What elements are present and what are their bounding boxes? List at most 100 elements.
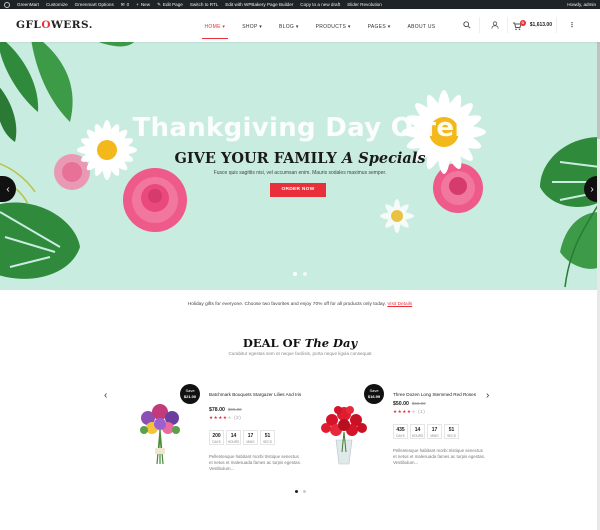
nav-item-shop[interactable]: SHOP ▾ [234,21,271,33]
rating-stars: ★★★★★ (1) [393,409,426,414]
slider-pagination [0,272,600,276]
plus-icon: + [136,2,139,7]
admin-bar-slider-revolution[interactable]: Slider Revolution [347,2,382,7]
timer-label: HOURS [411,433,424,438]
timer-value: 435 [396,426,405,433]
nav-item-pages[interactable]: PAGES ▾ [359,21,399,33]
admin-bar-edit-label: Edit Page [162,2,183,7]
product-card[interactable]: Save $16.99 Three Dozen Long Stemmed Red … [314,382,494,482]
product-price: $78.00 $99.00 [209,407,242,413]
slider-dot[interactable] [293,272,297,276]
timer-days: 200 DAYS [209,430,224,445]
chevron-right-icon: › [590,183,594,195]
product-name[interactable]: Batchmark Bouquets Stargazer Lilies And … [209,392,309,398]
cart-icon-wrap: 0 [512,19,526,31]
hero-slider: Thankgiving Day Offer GIVE YOUR FAMILY A… [0,42,600,290]
nav-item-about-us[interactable]: ABOUT US [399,21,444,33]
deal-section-description: Curabitur egestas sem et neque facilisis… [228,351,372,356]
nav-label: BLOG [279,24,295,30]
timer-days: 435 DAYS [393,424,408,439]
hero-subtitle-italic: A Specials [341,150,426,167]
hero-description: Fusce quis sagittis nisi, vel accumsan e… [213,170,387,176]
admin-bar-theme-options[interactable]: Greenmart Options [75,2,114,7]
timer-label: MINS [430,433,439,438]
account-button[interactable] [487,17,503,33]
rating-stars: ★★★★★ (2) [209,415,242,420]
timer-value: 14 [230,432,237,439]
product-card[interactable]: Save $21.00 Batchmark Bouquets Stargazer … [130,382,310,482]
chevron-left-icon: ‹ [104,390,108,401]
nav-item-products[interactable]: PRODUCTS ▾ [307,21,359,33]
cart-button[interactable]: 0 $1,613.00 [512,19,552,31]
chevron-down-icon: ▾ [387,24,391,30]
promo-banner: Holiday gifts for everyone. Choose two f… [0,302,600,307]
comment-icon: ✉ [120,1,125,7]
search-button[interactable] [459,17,475,33]
product-price: $50.00 $66.99 [393,401,426,407]
product-name[interactable]: Three Dozen Long Stemmed Red Roses [393,392,493,398]
promo-text: Holiday gifts for everyone. Choose two f… [187,302,386,307]
cart-total: $1,613.00 [529,22,552,28]
admin-bar-comments[interactable]: ✉ 0 [121,2,129,8]
vertical-dots-icon: ⋮ [568,22,576,29]
admin-bar-account[interactable]: Howdy, admin [567,2,596,7]
more-menu-button[interactable]: ⋮ [564,17,580,33]
save-badge: Save $21.00 [180,384,200,404]
site-logo[interactable]: GFLOWERS. [16,19,93,31]
search-icon [463,21,471,29]
timer-label: SECS [263,439,272,444]
hero-title: Thankgiving Day Offer [132,113,468,143]
chevron-down-icon: ▾ [347,24,351,30]
deal-title-italic: The Day [304,336,358,350]
admin-bar-copy-draft[interactable]: Copy to a new draft [300,2,340,7]
timer-hours: 14 HOURS [226,430,241,445]
timer-value: 17 [431,426,438,433]
divider [506,17,508,33]
save-amount: $21.00 [183,393,197,399]
divider [556,17,557,33]
divider [478,17,480,33]
chevron-down-icon: ▾ [295,24,299,30]
admin-bar-edit-page[interactable]: ✎ Edit Page [157,2,183,8]
countdown-timer: 435 DAYS 14 HOURS 17 MINS 51 SECS [393,424,459,439]
nav-item-blog[interactable]: BLOG ▾ [271,21,308,33]
deal-section-title: DEAL OF The Day [0,336,600,350]
timer-value: 200 [212,432,221,439]
timer-mins: 17 MINS [243,430,258,445]
carousel-prev-button[interactable]: ‹ [104,390,107,401]
wp-logo-icon[interactable] [4,1,10,8]
product-image[interactable] [314,392,374,472]
chevron-down-icon: ▾ [259,24,263,30]
current-price: $50.00 [393,401,409,407]
timer-label: MINS [246,439,255,444]
promo-link[interactable]: Visit Details [387,302,412,307]
admin-bar-rtl[interactable]: Switch to RTL [190,2,219,7]
nav-item-home[interactable]: HOME ▾ [196,21,234,39]
pencil-icon: ✎ [157,1,161,7]
carousel-dot[interactable] [294,490,298,493]
logo-text-end: WERS. [50,19,93,31]
order-now-button[interactable]: ORDER NOW [270,183,326,197]
countdown-timer: 200 DAYS 14 HOURS 17 MINS 51 SECS [209,430,275,445]
admin-bar-customize[interactable]: Customize [46,2,68,7]
logo-text-start: GFL [16,19,42,31]
nav-label: PAGES [367,24,386,30]
timer-secs: 51 SECS [444,424,459,439]
product-description: Pellentesque habitant morbi tristique se… [393,448,486,465]
admin-bar-site-name[interactable]: GreenMart [17,2,39,7]
nav-label: SHOP [242,24,258,30]
timer-value: 17 [247,432,254,439]
timer-secs: 51 SECS [260,430,275,445]
timer-mins: 17 MINS [427,424,442,439]
main-nav: HOME ▾ SHOP ▾ BLOG ▾ PRODUCTS ▾ PAGES ▾ … [196,21,444,39]
admin-bar-wpbakery[interactable]: Edit with WPBakery Page Builder [225,2,293,7]
header-actions: 0 $1,613.00 ⋮ [456,17,580,33]
rating-count: (1) [418,409,426,414]
carousel-dot[interactable] [302,490,306,493]
chevron-down-icon: ▾ [222,24,226,30]
product-image[interactable] [130,392,190,472]
admin-bar-new[interactable]: + New [136,2,150,7]
slider-dot[interactable] [303,272,307,276]
daisy-small [380,199,414,233]
comment-count: 0 [126,2,130,7]
